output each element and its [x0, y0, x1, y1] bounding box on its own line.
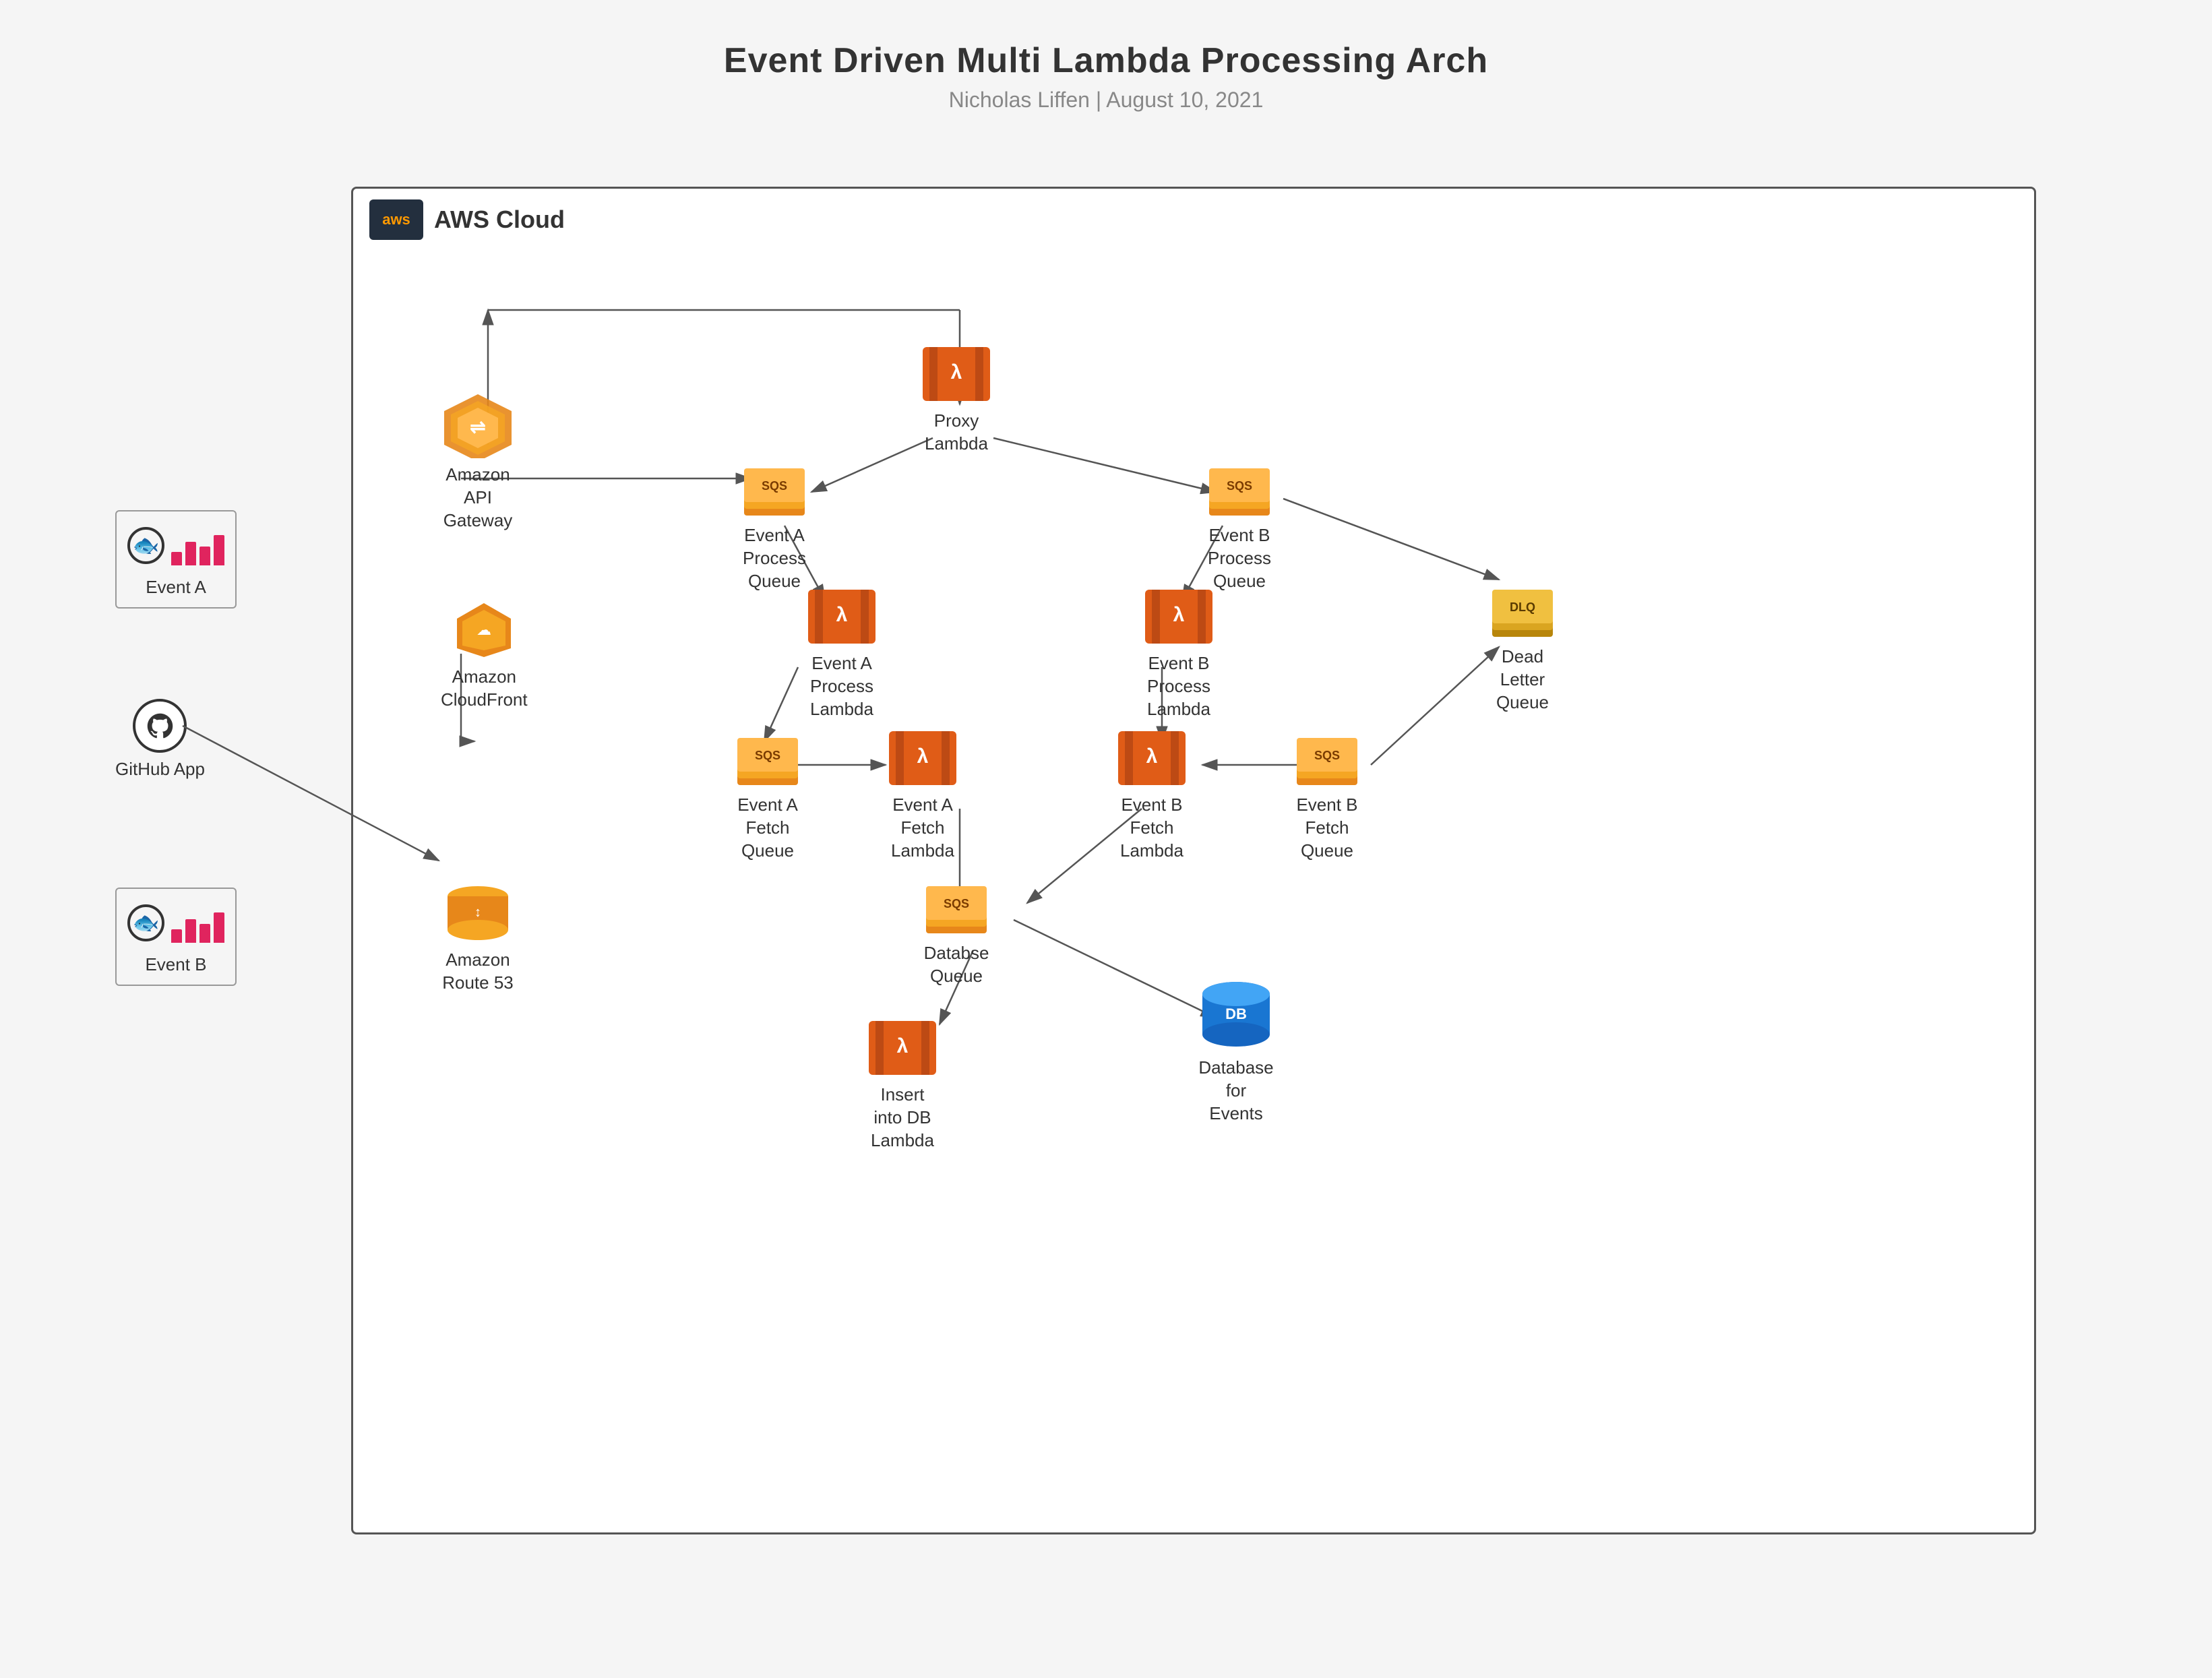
- aws-cloud-label: AWS Cloud: [434, 206, 565, 234]
- event-a-fetch-queue-node: SQS Event AFetchQueue: [731, 728, 805, 862]
- event-b-process-queue-label: Event BProcessQueue: [1208, 524, 1271, 592]
- page-title: Event Driven Multi Lambda Processing Arc…: [724, 40, 1488, 81]
- svg-text:λ: λ: [897, 1035, 909, 1057]
- proxy-lambda-node: λ ProxyLambda: [919, 344, 993, 456]
- diagram-wrapper: aws AWS Cloud: [95, 133, 2117, 1615]
- dead-letter-queue-icon: DLQ: [1485, 580, 1560, 640]
- event-a-fetch-lambda-node: λ Event AFetchLambda: [886, 728, 960, 862]
- event-b-box: 🐟 Event B: [115, 888, 237, 986]
- aws-cloud-header: aws AWS Cloud: [353, 189, 581, 251]
- event-b-fetch-lambda-label: Event BFetchLambda: [1120, 794, 1184, 862]
- svg-text:λ: λ: [1173, 604, 1185, 626]
- event-a-process-lambda-label: Event AProcessLambda: [810, 652, 873, 720]
- event-b-fetch-queue-icon: SQS: [1290, 728, 1364, 788]
- dead-letter-queue-node: DLQ DeadLetterQueue: [1485, 580, 1560, 714]
- cloudfront-label: AmazonCloudFront: [441, 666, 528, 712]
- svg-text:λ: λ: [1146, 745, 1158, 768]
- dead-letter-queue-label: DeadLetterQueue: [1496, 646, 1549, 714]
- event-b-fetch-lambda-icon: λ: [1115, 728, 1189, 788]
- event-a-box: 🐟 Event A: [115, 510, 237, 609]
- github-icon: [133, 699, 187, 753]
- route53-node: ↕ AmazonRoute 53: [441, 883, 515, 995]
- database-queue-node: SQS DatabseQueue: [919, 876, 993, 988]
- event-a-label: Event A: [146, 576, 206, 599]
- event-a-fetch-queue-icon: SQS: [731, 728, 805, 788]
- route53-icon: ↕: [441, 883, 515, 943]
- svg-text:⇌: ⇌: [470, 416, 485, 437]
- svg-text:SQS: SQS: [762, 479, 787, 493]
- svg-text:☁: ☁: [477, 621, 491, 638]
- api-gateway-icon: ⇌: [441, 391, 515, 458]
- page-subtitle: Nicholas Liffen | August 10, 2021: [724, 88, 1488, 113]
- event-b-process-queue-node: SQS Event BProcessQueue: [1202, 458, 1277, 592]
- proxy-lambda-icon: λ: [919, 344, 993, 404]
- svg-text:↕: ↕: [474, 905, 481, 920]
- api-gateway-node: ⇌ AmazonAPIGateway: [441, 391, 515, 532]
- event-b-label: Event B: [145, 954, 206, 976]
- page-header: Event Driven Multi Lambda Processing Arc…: [724, 40, 1488, 113]
- github-app-external: GitHub App: [115, 699, 205, 781]
- svg-text:DB: DB: [1225, 1005, 1247, 1022]
- database-for-events-label: DatabaseforEvents: [1198, 1057, 1273, 1125]
- svg-text:SQS: SQS: [1227, 479, 1252, 493]
- event-a-process-lambda-node: λ Event AProcessLambda: [805, 586, 879, 720]
- svg-text:SQS: SQS: [944, 897, 969, 910]
- event-a-fetch-queue-label: Event AFetchQueue: [737, 794, 798, 862]
- event-b-process-lambda-icon: λ: [1142, 586, 1216, 647]
- event-a-external: 🐟 Event A: [115, 510, 237, 609]
- event-b-process-queue-icon: SQS: [1202, 458, 1277, 519]
- github-app-label: GitHub App: [115, 758, 205, 781]
- svg-text:SQS: SQS: [755, 749, 780, 762]
- event-b-fetch-lambda-node: λ Event BFetchLambda: [1115, 728, 1189, 862]
- event-b-external: 🐟 Event B: [115, 888, 237, 986]
- api-gateway-label: AmazonAPIGateway: [443, 464, 513, 532]
- event-b-fetch-queue-node: SQS Event BFetchQueue: [1290, 728, 1364, 862]
- event-a-process-lambda-icon: λ: [805, 586, 879, 647]
- event-a-fetch-lambda-icon: λ: [886, 728, 960, 788]
- connections-svg: [353, 189, 2034, 1532]
- svg-text:λ: λ: [951, 361, 962, 383]
- svg-text:SQS: SQS: [1314, 749, 1340, 762]
- database-queue-icon: SQS: [919, 876, 993, 937]
- cloudfront-node: ☁ AmazonCloudFront: [441, 600, 528, 712]
- svg-text:DLQ: DLQ: [1510, 600, 1535, 614]
- route53-label: AmazonRoute 53: [442, 949, 514, 995]
- event-b-process-lambda-node: λ Event BProcessLambda: [1142, 586, 1216, 720]
- insert-db-lambda-label: Insertinto DBLambda: [871, 1084, 934, 1152]
- svg-text:λ: λ: [836, 604, 848, 626]
- insert-db-lambda-node: λ Insertinto DBLambda: [865, 1018, 940, 1152]
- event-a-process-queue-label: Event AProcessQueue: [743, 524, 806, 592]
- aws-logo: aws: [369, 199, 423, 240]
- proxy-lambda-label: ProxyLambda: [925, 410, 988, 456]
- insert-db-lambda-icon: λ: [865, 1018, 940, 1078]
- event-a-process-queue-icon: SQS: [737, 458, 811, 519]
- event-b-fetch-queue-label: Event BFetchQueue: [1296, 794, 1357, 862]
- database-queue-label: DatabseQueue: [924, 942, 989, 988]
- svg-text:λ: λ: [917, 745, 929, 768]
- event-a-process-queue-node: SQS Event AProcessQueue: [737, 458, 811, 592]
- database-for-events-node: DB DatabaseforEvents: [1196, 977, 1277, 1125]
- event-b-process-lambda-label: Event BProcessLambda: [1147, 652, 1210, 720]
- database-for-events-icon: DB: [1196, 977, 1277, 1051]
- event-a-fetch-lambda-label: Event AFetchLambda: [891, 794, 954, 862]
- aws-cloud-box: aws AWS Cloud: [351, 187, 2036, 1534]
- cloudfront-icon: ☁: [447, 600, 521, 660]
